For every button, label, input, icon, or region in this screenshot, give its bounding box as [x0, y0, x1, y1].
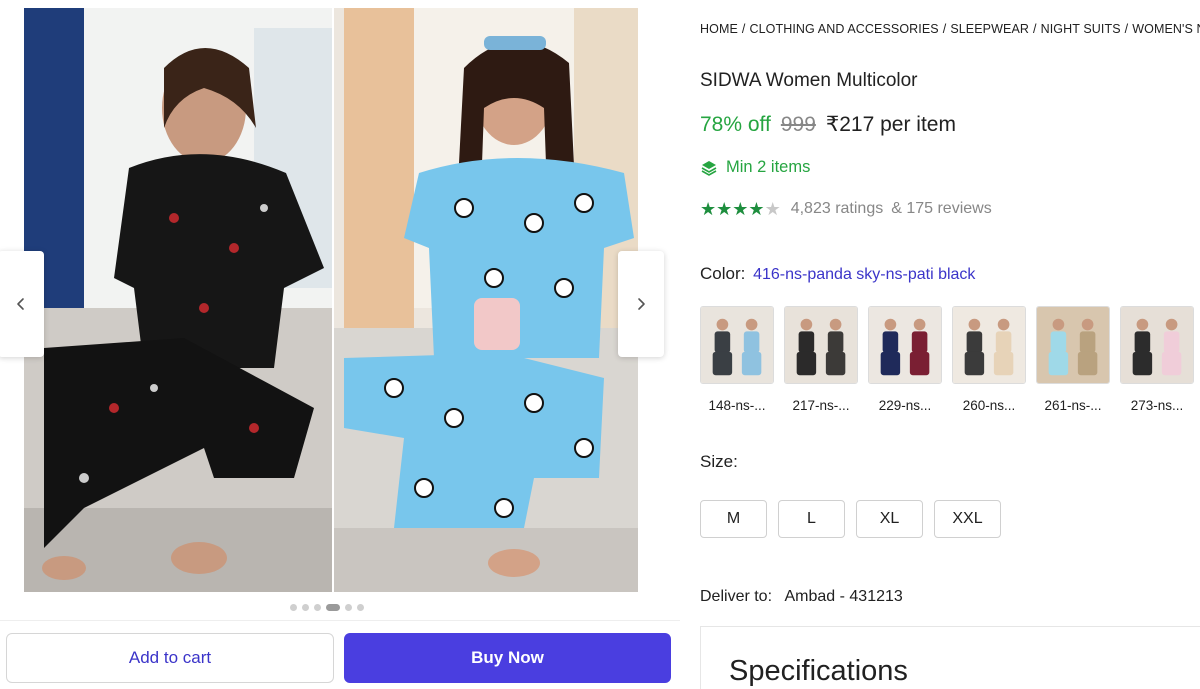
breadcrumb-separator: /: [942, 22, 947, 36]
color-label: Color:: [700, 264, 746, 283]
breadcrumb-sleepwear[interactable]: SLEEPWEAR: [950, 22, 1029, 36]
gallery-pagination: [290, 604, 364, 611]
ratings-count: 4,823 ratings: [790, 200, 884, 217]
color-selection: Color: 416-ns-panda sky-ns-pati black: [700, 264, 975, 284]
add-to-cart-button[interactable]: Add to cart: [6, 633, 334, 683]
color-swatch[interactable]: 217-ns-...: [784, 306, 858, 413]
color-swatch[interactable]: 260-ns...: [952, 306, 1026, 413]
color-swatch-caption: 229-ns...: [878, 398, 932, 413]
breadcrumb-separator: /: [1124, 22, 1129, 36]
color-swatch-caption: 217-ns-...: [792, 398, 850, 413]
color-swatch-caption: 273-ns...: [1130, 398, 1184, 413]
size-option-xl[interactable]: XL: [856, 500, 923, 538]
color-swatch-thumbnail: [1120, 306, 1194, 384]
breadcrumb: HOME / CLOTHING AND ACCESSORIES / SLEEPWEAR /…: [700, 22, 1200, 36]
color-swatch-thumbnail: [700, 306, 774, 384]
gallery-dot-active[interactable]: [326, 604, 340, 611]
layers-icon: [701, 160, 717, 176]
reviews-count: & 175 reviews: [891, 200, 992, 217]
color-swatch-thumbnail: [868, 306, 942, 384]
gallery-prev-button[interactable]: [0, 251, 44, 357]
color-swatch[interactable]: 261-ns-...: [1036, 306, 1110, 413]
gallery-dot[interactable]: [290, 604, 297, 611]
product-gallery: Add to cart Buy Now: [0, 0, 680, 689]
color-swatch-caption: 148-ns-...: [708, 398, 766, 413]
breadcrumb-clothing[interactable]: CLOTHING AND ACCESSORIES: [749, 22, 938, 36]
specifications-title: Specifications: [729, 655, 908, 687]
color-swatch-caption: 261-ns-...: [1044, 398, 1102, 413]
swatch-image: [701, 307, 773, 383]
gallery-next-button[interactable]: [618, 251, 664, 357]
color-swatch-thumbnail: [1036, 306, 1110, 384]
color-swatch-caption: 260-ns...: [962, 398, 1016, 413]
color-swatch[interactable]: 229-ns...: [868, 306, 942, 413]
color-swatch[interactable]: 273-ns...: [1120, 306, 1194, 413]
product-title: SIDWA Women Multicolor: [700, 70, 918, 91]
swatch-image: [785, 307, 857, 383]
size-label: Size:: [700, 452, 738, 471]
discount-percent: 78% off: [700, 113, 771, 136]
gallery-dot[interactable]: [357, 604, 364, 611]
product-photo-1: [24, 8, 332, 592]
buy-now-button[interactable]: Buy Now: [344, 633, 671, 683]
size-options: M L XL XXL: [700, 500, 1001, 538]
original-price: 999: [780, 113, 816, 136]
color-swatch-thumbnail: [784, 306, 858, 384]
gallery-dot[interactable]: [345, 604, 352, 611]
breadcrumb-separator: /: [741, 22, 746, 36]
delivery-location[interactable]: Deliver to: Ambad - 431213: [700, 588, 903, 606]
breadcrumb-womens-night[interactable]: WOMEN'S NIGHT: [1132, 22, 1200, 36]
swatch-image: [1037, 307, 1109, 383]
star-rating: ★ ★ ★ ★ ★: [700, 200, 781, 218]
min-items-text: Min 2 items: [726, 158, 811, 176]
color-value: 416-ns-panda sky-ns-pati black: [753, 266, 976, 283]
swatch-image: [1121, 307, 1193, 383]
color-swatch-thumbnail: [952, 306, 1026, 384]
breadcrumb-separator: /: [1033, 22, 1037, 36]
size-option-l[interactable]: L: [778, 500, 845, 538]
star-icon: ★: [716, 199, 733, 219]
breadcrumb-home[interactable]: HOME: [700, 22, 738, 36]
product-image-panda-nightsuit[interactable]: [334, 8, 638, 592]
color-swatch[interactable]: 148-ns-...: [700, 306, 774, 413]
price-row: 78% off 999 ₹217 per item: [700, 112, 956, 137]
delivery-pincode: Ambad - 431213: [784, 588, 903, 605]
gallery-dot[interactable]: [314, 604, 321, 611]
deliver-to-label: Deliver to:: [700, 588, 773, 605]
product-image-black-nightsuit[interactable]: [24, 8, 332, 592]
breadcrumb-night-suits[interactable]: NIGHT SUITS: [1041, 22, 1121, 36]
gallery-dot[interactable]: [302, 604, 309, 611]
chevron-right-icon: [638, 298, 645, 310]
swatch-image: [869, 307, 941, 383]
rating-row[interactable]: ★ ★ ★ ★ ★ 4,823 ratings & 175 reviews: [700, 200, 992, 218]
product-details: HOME / CLOTHING AND ACCESSORIES / SLEEPWEAR /…: [700, 0, 1200, 689]
size-option-m[interactable]: M: [700, 500, 767, 538]
specifications-section: Specifications: [700, 626, 1200, 689]
selling-price: ₹217 per item: [825, 113, 956, 136]
action-bar: Add to cart Buy Now: [0, 620, 680, 689]
product-photo-2: [334, 8, 638, 592]
min-items-badge: Min 2 items: [700, 158, 810, 177]
swatch-image: [953, 307, 1025, 383]
star-icon: ★: [700, 199, 717, 219]
size-option-xxl[interactable]: XXL: [934, 500, 1001, 538]
star-icon: ★: [748, 199, 765, 219]
color-swatches: 148-ns-... 217-ns-... 229-ns... 260-ns... 26…: [700, 306, 1194, 413]
chevron-left-icon: [17, 298, 24, 310]
star-empty-icon: ★: [764, 199, 781, 219]
star-icon: ★: [732, 199, 749, 219]
